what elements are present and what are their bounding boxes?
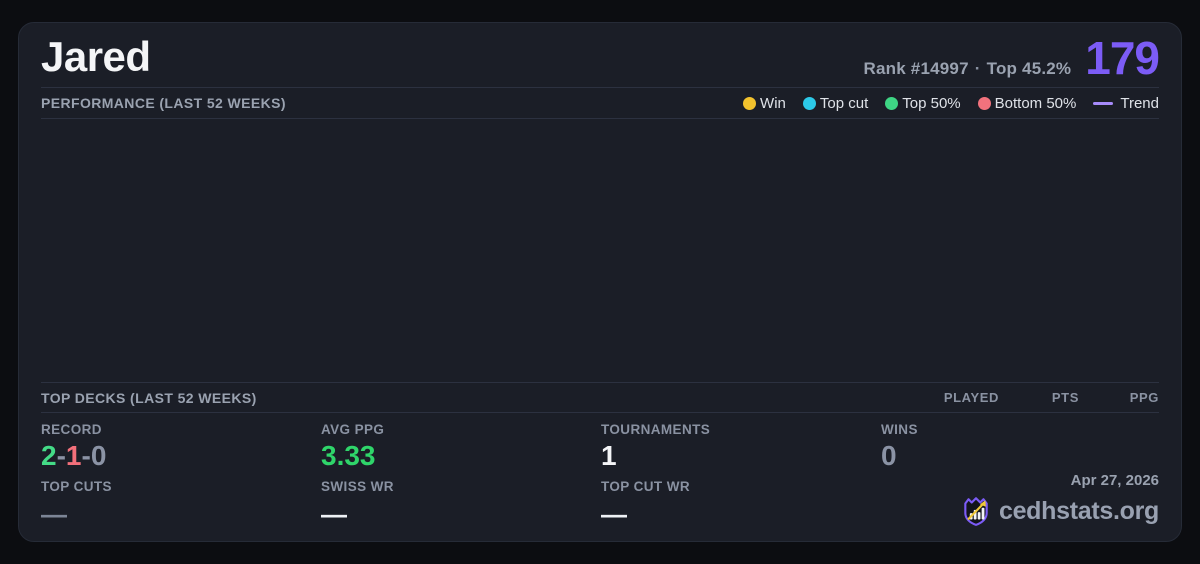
- legend-item-trend: Trend: [1093, 95, 1159, 112]
- record-value: 2-1-0: [41, 442, 321, 470]
- column-header-played: PLAYED: [943, 390, 999, 406]
- win-dot-icon: [743, 96, 757, 110]
- top-50-dot-icon: [885, 96, 899, 110]
- performance-chart: [41, 119, 1159, 382]
- performance-title: PERFORMANCE (LAST 52 WEEKS): [41, 95, 286, 112]
- rank-separator: ·: [974, 58, 981, 78]
- legend-label: Win: [760, 94, 786, 112]
- avg-ppg-value: 3.33: [321, 440, 376, 472]
- chart-legend: Win Top cut Top 50% Bottom 50% Trend: [743, 95, 1159, 112]
- tournaments-value: 1: [601, 440, 617, 472]
- record-label: RECORD: [41, 422, 102, 438]
- performance-section-header: PERFORMANCE (LAST 52 WEEKS) Win Top cut …: [41, 88, 1159, 120]
- tournaments-label: TOURNAMENTS: [601, 422, 711, 438]
- legend-item-top-50: Top 50%: [885, 94, 961, 112]
- legend-label: Bottom 50%: [994, 94, 1077, 112]
- top-cut-wr-label: TOP CUT WR: [601, 479, 691, 495]
- record-wins: 2: [41, 440, 57, 472]
- card-header: Jared Rank #14997 · Top 45.2% 179: [41, 31, 1160, 89]
- wins-value: 0: [881, 440, 897, 472]
- card-footer: Apr 27, 2026 cedhstats.org: [961, 472, 1159, 527]
- stat-tournaments: TOURNAMENTS 1 TOP CUT WR —: [601, 422, 881, 530]
- legend-label: Top 50%: [902, 94, 961, 112]
- player-name: Jared: [41, 33, 151, 80]
- player-stats-card: Jared Rank #14997 · Top 45.2% 179 PERFORMA…: [18, 22, 1182, 542]
- legend-item-bottom-50: Bottom 50%: [977, 94, 1077, 112]
- brand-text: cedhstats.org: [998, 496, 1159, 525]
- wins-label: WINS: [881, 422, 918, 438]
- top-cut-wr-value: —: [601, 499, 627, 530]
- stat-avg-ppg: AVG PPG 3.33 SWISS WR —: [321, 422, 601, 530]
- top-cuts-value: —: [41, 499, 67, 530]
- points-value: 179: [1085, 31, 1160, 84]
- top-percent: Top 45.2%: [986, 58, 1072, 78]
- top-cuts-label: TOP CUTS: [41, 479, 112, 495]
- stat-record: RECORD 2-1-0 TOP CUTS —: [41, 422, 321, 530]
- top-decks-columns: PLAYED PTS PPG: [909, 390, 1159, 405]
- record-separator: -: [81, 440, 91, 472]
- record-losses: 1: [65, 440, 82, 472]
- brand-row: cedhstats.org: [961, 495, 1159, 527]
- cedhstats-logo-icon: [964, 497, 988, 526]
- swiss-wr-label: SWISS WR: [321, 479, 394, 495]
- column-header-ppg: PPG: [1129, 390, 1159, 406]
- header-rank-group: Rank #14997 · Top 45.2% 179: [864, 31, 1160, 84]
- record-separator: -: [56, 440, 66, 472]
- stats-summary: RECORD 2-1-0 TOP CUTS — AVG PPG 3.33 SWI…: [41, 413, 1159, 530]
- trend-line-icon: [1093, 101, 1114, 105]
- top-decks-section-header: TOP DECKS (LAST 52 WEEKS) PLAYED PTS PPG: [41, 382, 1159, 414]
- top-cut-dot-icon: [802, 96, 816, 110]
- legend-item-win: Win: [743, 95, 786, 112]
- record-draws: 0: [90, 440, 107, 472]
- rank-text: Rank #14997 · Top 45.2%: [864, 59, 1072, 79]
- legend-item-top-cut: Top cut: [802, 94, 869, 112]
- date-text: Apr 27, 2026: [1070, 472, 1159, 489]
- legend-label: Trend: [1120, 94, 1159, 112]
- swiss-wr-value: —: [321, 499, 347, 530]
- legend-label: Top cut: [819, 94, 869, 112]
- avg-ppg-label: AVG PPG: [321, 422, 385, 438]
- top-decks-title: TOP DECKS (LAST 52 WEEKS): [41, 389, 257, 406]
- bottom-50-dot-icon: [977, 96, 991, 110]
- rank-number: Rank #14997: [863, 58, 969, 78]
- column-header-pts: PTS: [1051, 390, 1079, 406]
